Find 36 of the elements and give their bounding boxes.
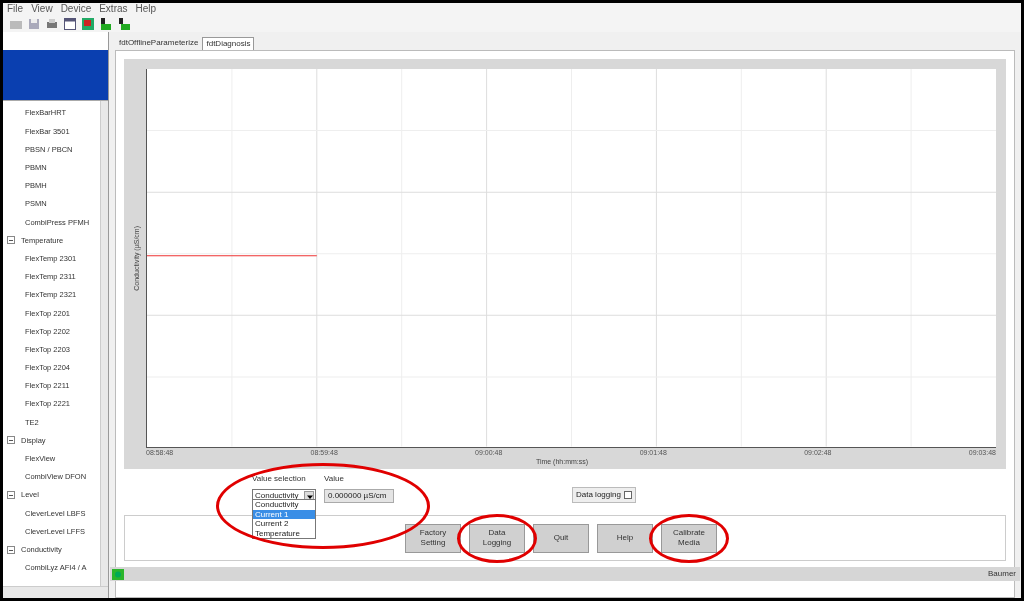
status-text: Baumer: [988, 568, 1017, 580]
scrollbar[interactable]: [3, 586, 108, 598]
tab[interactable]: fdtOfflineParameterize: [115, 36, 203, 50]
device-icon[interactable]: [81, 16, 95, 31]
checkbox-group[interactable]: Data logging: [572, 487, 636, 503]
menu-item[interactable]: View: [31, 3, 53, 15]
dropdown-option[interactable]: Temperature: [253, 528, 315, 538]
caret-icon: [306, 493, 314, 501]
collapse-icon[interactable]: [7, 436, 15, 445]
plug-icon[interactable]: [117, 16, 131, 31]
menu-item[interactable]: Extras: [99, 3, 128, 15]
collapse-icon[interactable]: [7, 491, 15, 500]
dropdown-option[interactable]: Current 2: [253, 519, 315, 529]
checkbox[interactable]: [623, 491, 632, 499]
tab[interactable]: fdtDiagnosis: [202, 37, 255, 50]
action-button[interactable]: Quit: [533, 523, 589, 553]
printer-icon[interactable]: [45, 16, 59, 31]
collapse-icon[interactable]: [7, 236, 15, 245]
status-icon: [112, 568, 124, 580]
action-button[interactable]: Data Logging: [469, 523, 525, 553]
dropdown-list[interactable]: Conductivity Current 1 Current 2 Temperature: [252, 499, 316, 539]
dropdown-option[interactable]: Conductivity: [253, 500, 315, 510]
action-button[interactable]: Calibrate Media: [661, 523, 717, 553]
checkbox-label: Data logging: [576, 489, 621, 501]
menu-item[interactable]: Device: [60, 3, 92, 15]
field-label: Value: [324, 473, 345, 485]
action-button[interactable]: Factory Setting: [405, 523, 461, 553]
collapse-icon[interactable]: [7, 545, 15, 554]
scrollbar[interactable]: [100, 101, 108, 586]
value-field: 0.000000 µS/cm: [324, 489, 394, 503]
window-icon[interactable]: [63, 16, 77, 31]
plug-icon[interactable]: [99, 16, 113, 31]
menu-item[interactable]: Help: [135, 3, 157, 15]
action-button[interactable]: Help: [597, 523, 653, 553]
menu-item[interactable]: File: [7, 3, 24, 15]
field-label: Value selection: [252, 473, 307, 485]
